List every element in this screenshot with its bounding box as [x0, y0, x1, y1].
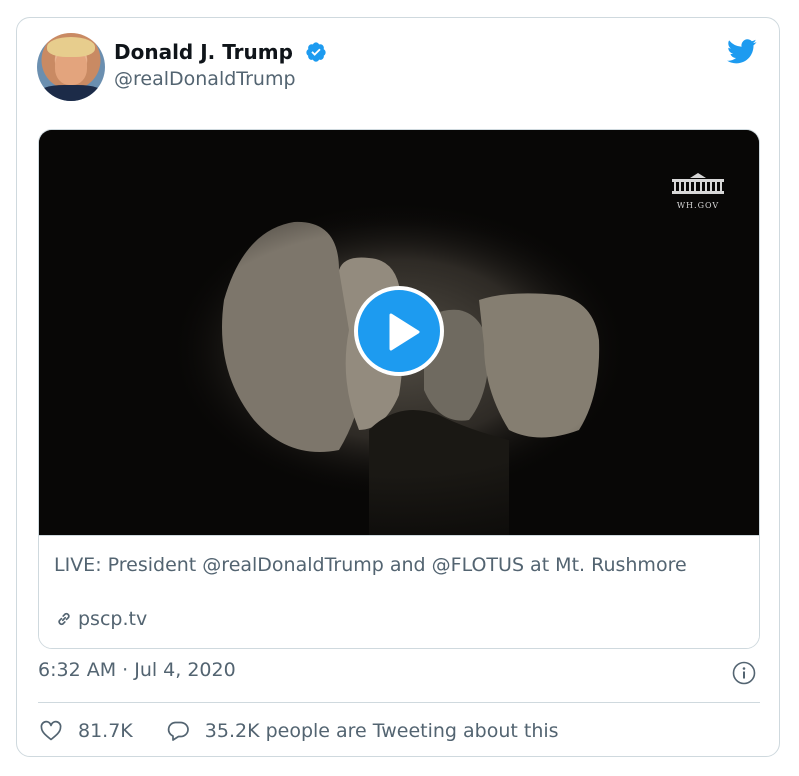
author-name[interactable]: Donald J. Trump: [114, 40, 293, 64]
media-card[interactable]: WH.GOV LIVE: President @realDonaldTrump …: [38, 129, 760, 649]
info-icon[interactable]: [732, 661, 756, 685]
heart-icon: [40, 720, 62, 741]
tweet-timestamp[interactable]: 6:32 AM · Jul 4, 2020: [38, 659, 236, 681]
avatar[interactable]: [37, 33, 105, 101]
tweet-actions: 81.7K 35.2K people are Tweeting about th…: [38, 714, 591, 748]
twitter-bird-icon[interactable]: [725, 36, 759, 66]
tweet-card[interactable]: Donald J. Trump @realDonaldTrump WH.GOV …: [16, 17, 780, 757]
link-domain-text[interactable]: pscp.tv: [78, 608, 147, 630]
link-icon: [58, 612, 70, 626]
like-count: 81.7K: [78, 720, 133, 742]
comment-icon: [167, 721, 189, 741]
link-preview[interactable]: LIVE: President @realDonaldTrump and @FL…: [39, 535, 759, 648]
video-player[interactable]: WH.GOV: [39, 130, 759, 535]
reply-button[interactable]: 35.2K people are Tweeting about this: [165, 719, 559, 743]
play-icon: [389, 313, 420, 351]
verified-badge-icon: [306, 42, 326, 62]
author-handle[interactable]: @realDonaldTrump: [114, 68, 296, 90]
link-title[interactable]: LIVE: President @realDonaldTrump and @FL…: [54, 552, 734, 578]
link-domain[interactable]: pscp.tv: [54, 608, 147, 630]
watermark-label: WH.GOV: [676, 201, 720, 210]
watermark: WH.GOV: [669, 172, 727, 210]
reply-label: 35.2K people are Tweeting about this: [204, 720, 559, 742]
white-house-icon: [672, 173, 724, 194]
like-button[interactable]: 81.7K: [38, 719, 133, 743]
play-button[interactable]: [354, 286, 444, 376]
divider: [38, 702, 760, 703]
